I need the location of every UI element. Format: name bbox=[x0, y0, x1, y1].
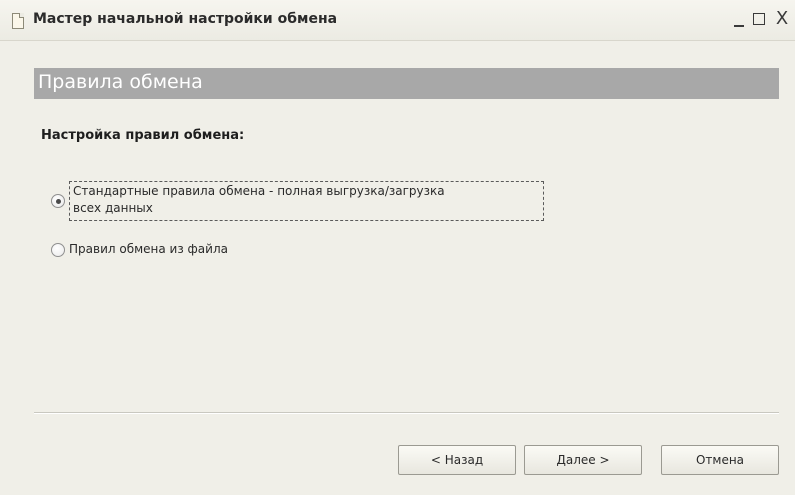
title-bar[interactable]: Мастер начальной настройки обмена X bbox=[0, 0, 795, 41]
wizard-window: Мастер начальной настройки обмена X Прав… bbox=[0, 0, 795, 495]
option-standard-rules-line2: всех данных bbox=[73, 201, 153, 215]
maximize-button[interactable] bbox=[749, 7, 771, 31]
minimize-button[interactable] bbox=[729, 7, 751, 31]
footer-divider bbox=[34, 412, 779, 414]
back-button[interactable]: < Назад bbox=[398, 445, 516, 475]
option-standard-rules-line1: Стандартные правила обмена - полная выгр… bbox=[73, 184, 445, 198]
page-title: Правила обмена bbox=[38, 71, 203, 93]
cancel-button[interactable]: Отмена bbox=[661, 445, 779, 475]
close-button[interactable]: X bbox=[771, 7, 793, 31]
option-standard-rules-label[interactable]: Стандартные правила обмена - полная выгр… bbox=[69, 181, 544, 221]
settings-label: Настройка правил обмена: bbox=[41, 128, 245, 143]
radio-rules-from-file[interactable] bbox=[51, 243, 65, 257]
next-button[interactable]: Далее > bbox=[524, 445, 642, 475]
window-title: Мастер начальной настройки обмена bbox=[33, 11, 338, 27]
minimize-icon bbox=[734, 25, 744, 27]
document-icon bbox=[12, 13, 24, 29]
maximize-icon bbox=[753, 13, 765, 25]
radio-standard-rules[interactable] bbox=[51, 194, 65, 208]
page-header: Правила обмена bbox=[34, 68, 779, 99]
option-rules-from-file-label[interactable]: Правил обмена из файла bbox=[69, 242, 228, 256]
